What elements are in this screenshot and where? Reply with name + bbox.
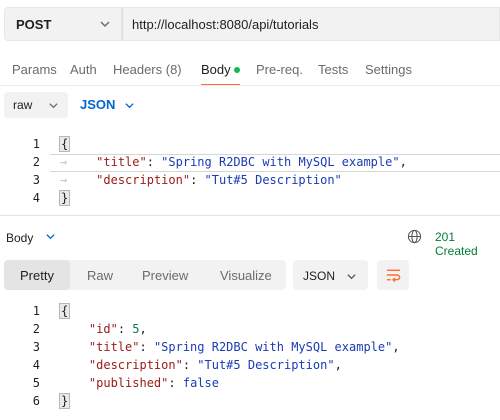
request-body-editor[interactable]: { [58, 136, 71, 152]
code-line[interactable]: → "title": "Spring R2DBC with MySQL exam… [60, 155, 407, 169]
line-number: 4 [32, 358, 40, 372]
code-line: "published": false [88, 376, 219, 390]
chevron-down-icon[interactable] [48, 100, 59, 111]
line-number: 2 [32, 322, 40, 336]
body-indicator-dot [234, 67, 240, 73]
close-brace: } [58, 190, 71, 206]
response-format-label: JSON [303, 269, 336, 283]
line-number: 1 [32, 304, 40, 318]
method-label: POST [16, 17, 52, 32]
line-number: 6 [32, 394, 40, 408]
code-line[interactable]: } [58, 190, 71, 206]
line-number: 5 [32, 376, 40, 390]
line-number: 3 [32, 173, 40, 187]
chevron-down-icon[interactable] [346, 271, 357, 282]
code-line: "title": "Spring R2DBC with MySQL exampl… [88, 340, 400, 354]
wrap-lines-icon [386, 269, 401, 283]
tab-pre-request[interactable]: Pre-req. [256, 62, 303, 77]
code-line: } [58, 393, 71, 409]
tabs-divider [0, 85, 500, 86]
close-brace: } [58, 393, 71, 409]
open-brace: { [58, 303, 71, 319]
url-text: http://localhost:8080/api/tutorials [132, 17, 319, 32]
response-body-viewer[interactable]: { [58, 303, 71, 319]
line-number: 2 [32, 155, 40, 169]
tab-raw[interactable]: Raw [87, 268, 113, 283]
globe-icon[interactable] [407, 229, 422, 244]
code-line[interactable]: → "description": "Tut#5 Description" [60, 173, 342, 187]
line-number: 1 [32, 137, 40, 151]
tab-tests[interactable]: Tests [318, 62, 348, 77]
tab-settings[interactable]: Settings [365, 62, 412, 77]
line-number: 4 [32, 191, 40, 205]
tab-body[interactable]: Body [201, 62, 231, 77]
tab-visualize[interactable]: Visualize [220, 268, 272, 283]
section-divider [0, 215, 500, 216]
open-brace: { [58, 136, 71, 152]
body-mode-label: raw [13, 98, 33, 112]
code-line: "description": "Tut#5 Description", [88, 358, 342, 372]
chevron-down-icon[interactable] [124, 100, 135, 111]
body-format-select[interactable]: JSON [80, 97, 115, 112]
status-badge[interactable]: 201 Created [435, 230, 500, 258]
chevron-down-icon[interactable] [45, 231, 56, 242]
chevron-down-icon[interactable] [99, 18, 111, 30]
tab-auth[interactable]: Auth [70, 62, 97, 77]
tab-preview[interactable]: Preview [142, 268, 188, 283]
tab-pretty[interactable]: Pretty [20, 268, 54, 283]
tab-headers[interactable]: Headers (8) [113, 62, 182, 77]
code-line: "id": 5, [88, 322, 147, 336]
line-number: 3 [32, 340, 40, 354]
response-section-label[interactable]: Body [6, 231, 33, 245]
tab-params[interactable]: Params [12, 62, 57, 77]
